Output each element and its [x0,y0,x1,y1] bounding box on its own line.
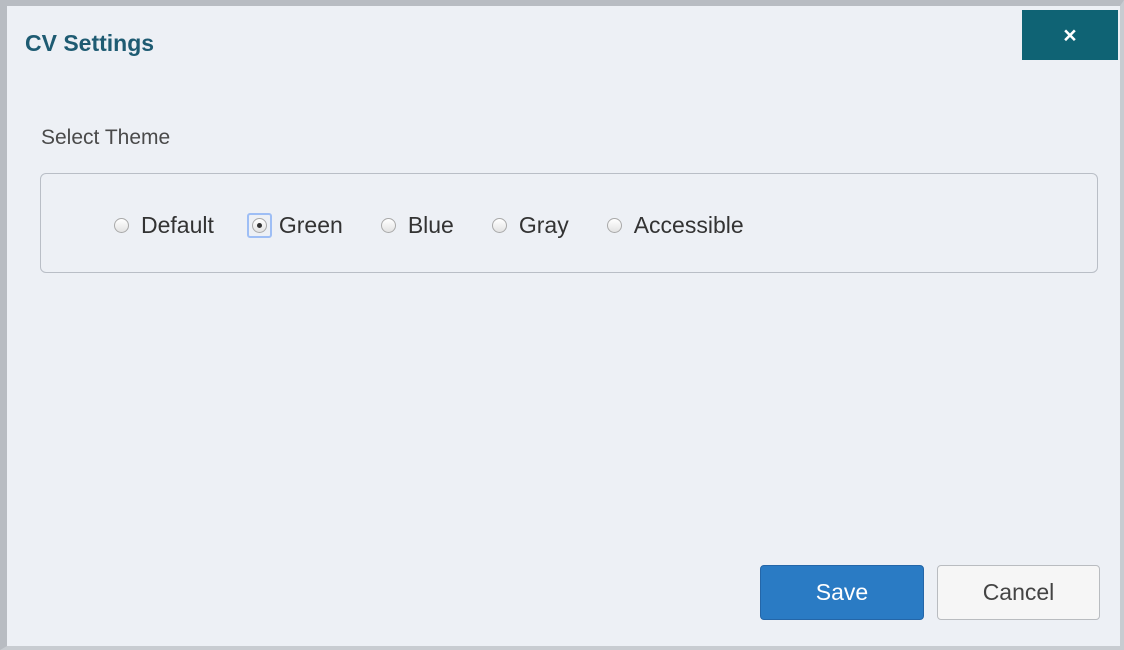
theme-option-label: Green [278,212,343,238]
radio-green[interactable] [251,218,267,233]
theme-option-gray[interactable]: Gray [491,212,569,239]
dialog-title: CV Settings [25,30,155,56]
radio-accessible[interactable] [606,218,622,233]
select-theme-label: Select Theme [41,126,171,149]
theme-option-label: Default [141,212,214,238]
radio-default[interactable] [114,218,129,233]
theme-option-accessible[interactable]: Accessible [606,212,744,239]
theme-option-blue[interactable]: Blue [380,212,454,239]
focus-ring [246,213,272,238]
cancel-button[interactable]: Cancel [937,565,1100,620]
theme-option-label: Blue [407,212,454,238]
save-button[interactable]: Save [760,565,924,620]
cv-settings-dialog: CV Settings × Select Theme Default Green… [0,0,1124,650]
close-icon: × [1063,22,1077,48]
theme-option-label: Accessible [633,212,744,238]
theme-option-green[interactable]: Green [246,212,343,239]
theme-options-box: Default Green Blue Gray Accessible [40,173,1098,273]
close-button[interactable]: × [1022,10,1118,60]
radio-gray[interactable] [491,218,507,233]
radio-blue[interactable] [380,218,396,233]
theme-option-default[interactable]: Default [114,212,214,239]
theme-option-label: Gray [518,212,569,238]
theme-radio-group: Default Green Blue Gray Accessible [114,212,782,239]
